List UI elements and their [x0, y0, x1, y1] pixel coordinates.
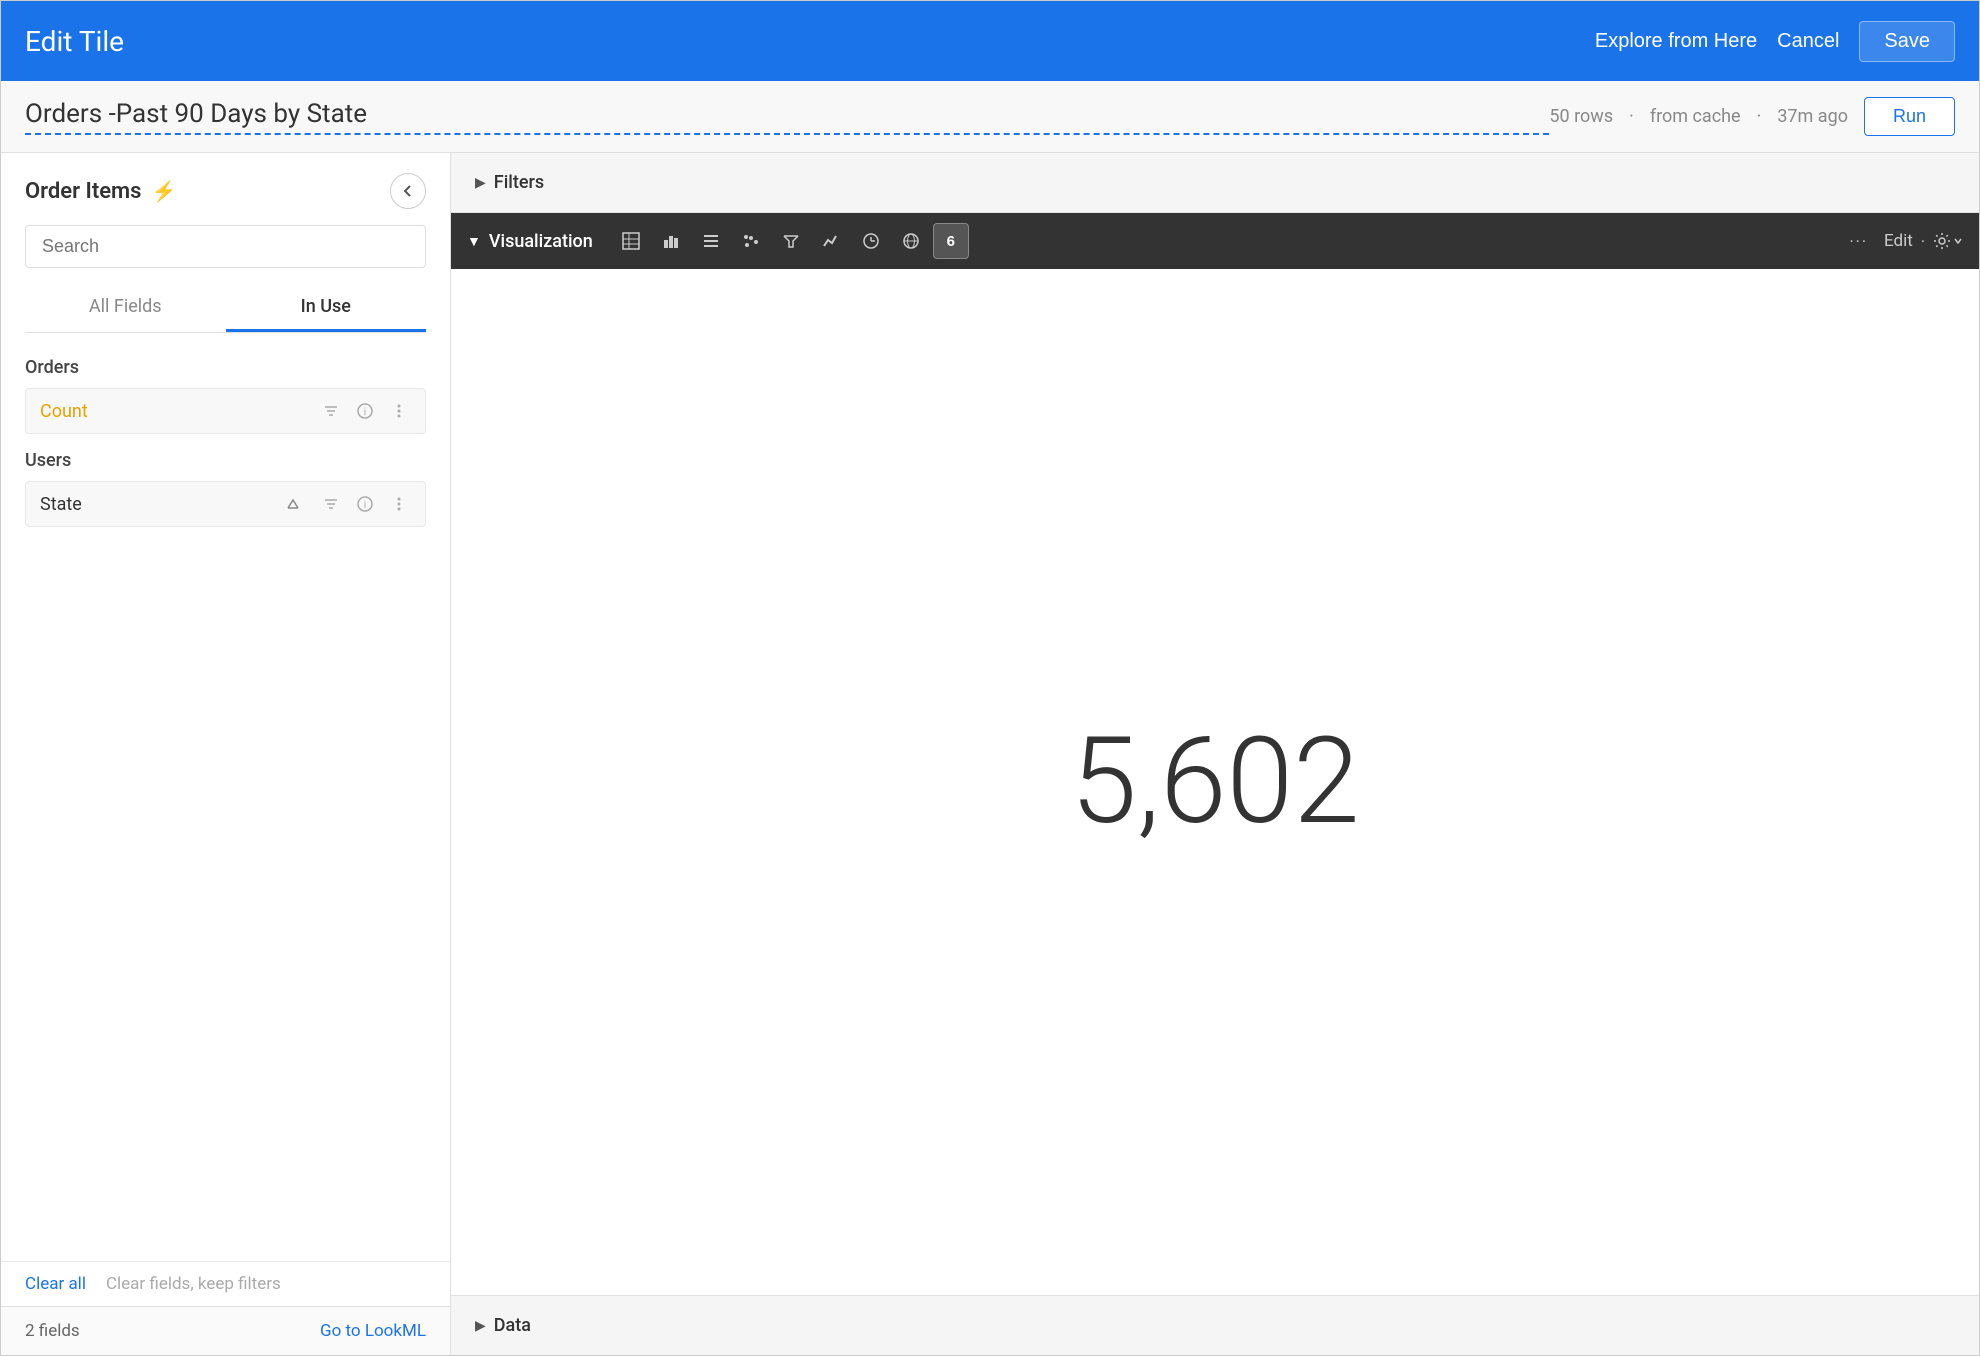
- field-icons-state: i: [281, 492, 411, 516]
- group-label-users: Users: [25, 450, 426, 471]
- viz-single-value-icon[interactable]: 6: [933, 223, 969, 259]
- viz-area: 5,602: [451, 269, 1979, 1295]
- sidebar: Order Items ⚡ All Fields In Use Orders C…: [1, 153, 451, 1355]
- row-count: 50 rows: [1549, 106, 1613, 127]
- filter-icon-count[interactable]: [319, 399, 343, 423]
- sidebar-model-row: Order Items ⚡: [25, 173, 426, 209]
- back-button[interactable]: [390, 173, 426, 209]
- lightning-icon: ⚡: [151, 179, 176, 203]
- svg-text:i: i: [364, 407, 366, 418]
- viz-edit-button[interactable]: Edit: [1884, 231, 1913, 251]
- viz-funnel-icon[interactable]: [773, 223, 809, 259]
- header: Edit Tile Explore from Here Cancel Save: [1, 1, 1979, 81]
- more-icon-count[interactable]: [387, 399, 411, 423]
- svg-text:i: i: [364, 500, 366, 511]
- cancel-button[interactable]: Cancel: [1777, 30, 1839, 53]
- search-input[interactable]: [25, 225, 426, 268]
- field-row-count: Count i: [25, 388, 426, 434]
- viz-bar-chart-icon[interactable]: [653, 223, 689, 259]
- right-panel: ▶ Filters ▼ Visualization: [451, 153, 1979, 1355]
- field-name-state: State: [40, 494, 281, 515]
- sidebar-footer: 2 fields Go to LookML: [1, 1306, 450, 1355]
- viz-toggle[interactable]: ▼ Visualization: [467, 231, 593, 252]
- cache-status: from cache: [1650, 106, 1741, 127]
- viz-toolbar: ▼ Visualization: [451, 213, 1979, 269]
- chevron-left-icon: [401, 184, 415, 198]
- sidebar-model-title: Order Items: [25, 179, 141, 204]
- gear-icon: [1933, 232, 1951, 250]
- data-arrow-icon: ▶: [475, 1318, 486, 1334]
- group-label-orders: Orders: [25, 357, 426, 378]
- field-name-count: Count: [40, 401, 319, 422]
- separator-2: ·: [1757, 106, 1762, 127]
- clear-fields-keep-filters-link[interactable]: Clear fields, keep filters: [106, 1274, 281, 1294]
- tab-all-fields[interactable]: All Fields: [25, 284, 226, 332]
- pivot-icon-state[interactable]: [281, 492, 305, 516]
- page-title: Edit Tile: [25, 25, 1595, 58]
- fields-count: 2 fields: [25, 1321, 80, 1341]
- viz-line-chart-icon[interactable]: [813, 223, 849, 259]
- viz-timeline-icon[interactable]: [853, 223, 889, 259]
- sidebar-header: Order Items ⚡ All Fields In Use: [1, 153, 450, 333]
- filters-toggle[interactable]: ▶ Filters: [475, 172, 544, 193]
- info-icon-count[interactable]: i: [353, 399, 377, 423]
- query-meta: 50 rows · from cache · 37m ago Run: [1549, 97, 1955, 136]
- go-to-lookml-link[interactable]: Go to LookML: [320, 1321, 426, 1341]
- viz-map-icon[interactable]: [893, 223, 929, 259]
- viz-more-icon[interactable]: ···: [1841, 232, 1876, 251]
- viz-list-icon[interactable]: [693, 223, 729, 259]
- data-toggle[interactable]: ▶ Data: [475, 1315, 531, 1336]
- data-label: Data: [494, 1315, 531, 1336]
- filters-arrow-icon: ▶: [475, 175, 486, 191]
- query-title: Orders -Past 90 Days by State: [25, 99, 1549, 135]
- filters-bar: ▶ Filters: [451, 153, 1979, 213]
- big-number-display: 5,602: [1070, 712, 1359, 852]
- field-icons-count: i: [319, 399, 411, 423]
- tab-in-use[interactable]: In Use: [226, 284, 427, 332]
- app-container: Edit Tile Explore from Here Cancel Save …: [0, 0, 1980, 1356]
- filter-icon-state[interactable]: [319, 492, 343, 516]
- clear-all-link[interactable]: Clear all: [25, 1274, 86, 1294]
- separator-1: ·: [1629, 106, 1634, 127]
- fields-area: Orders Count i: [1, 333, 450, 1261]
- explore-from-here-button[interactable]: Explore from Here: [1595, 30, 1757, 53]
- viz-arrow-icon: ▼: [467, 233, 481, 250]
- save-button[interactable]: Save: [1859, 21, 1955, 62]
- data-bar: ▶ Data: [451, 1295, 1979, 1355]
- time-ago: 37m ago: [1777, 106, 1848, 127]
- query-bar: Orders -Past 90 Days by State 50 rows · …: [1, 81, 1979, 153]
- field-tabs: All Fields In Use: [25, 284, 426, 333]
- viz-label: Visualization: [489, 231, 593, 252]
- more-icon-state[interactable]: [387, 492, 411, 516]
- field-row-state: State i: [25, 481, 426, 527]
- viz-scatter-icon[interactable]: [733, 223, 769, 259]
- filters-label: Filters: [494, 172, 544, 193]
- viz-table-icon[interactable]: [613, 223, 649, 259]
- header-actions: Explore from Here Cancel Save: [1595, 21, 1955, 62]
- chevron-down-icon: [1953, 236, 1963, 246]
- viz-icons: 6: [613, 223, 1842, 259]
- info-icon-state[interactable]: i: [353, 492, 377, 516]
- run-button[interactable]: Run: [1864, 97, 1955, 136]
- clear-links: Clear all Clear fields, keep filters: [1, 1261, 450, 1306]
- main-content: Order Items ⚡ All Fields In Use Orders C…: [1, 153, 1979, 1355]
- viz-settings-button[interactable]: [1933, 232, 1963, 250]
